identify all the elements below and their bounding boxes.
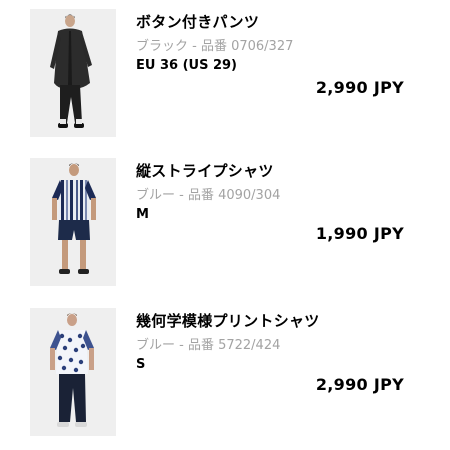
product-title[interactable]: 縦ストライプシャツ <box>136 160 274 181</box>
model-photo <box>30 9 116 137</box>
product-image-pants[interactable] <box>30 9 116 137</box>
product-variant: ブルー - 品番 4090/304 <box>136 188 281 203</box>
model-photo <box>30 158 116 286</box>
product-size: EU 36 (US 29) <box>136 58 237 73</box>
cart-item[interactable]: 縦ストライプシャツ ブルー - 品番 4090/304 M 1,990 JPY <box>0 158 450 286</box>
product-variant: ブルー - 品番 5722/424 <box>136 338 281 353</box>
product-size: M <box>136 207 149 222</box>
product-variant: ブラック - 品番 0706/327 <box>136 39 294 54</box>
product-price: 2,990 JPY <box>315 375 404 394</box>
product-price: 2,990 JPY <box>315 78 404 97</box>
cart-item[interactable]: 幾何学模様プリントシャツ ブルー - 品番 5722/424 S 2,990 J… <box>0 308 450 436</box>
product-title[interactable]: ボタン付きパンツ <box>136 11 259 32</box>
model-photo <box>30 308 116 436</box>
product-title[interactable]: 幾何学模様プリントシャツ <box>136 310 320 331</box>
cart-item[interactable]: ボタン付きパンツ ブラック - 品番 0706/327 EU 36 (US 29… <box>0 9 450 137</box>
product-image-stripe-shirt[interactable] <box>30 158 116 286</box>
product-size: S <box>136 357 146 372</box>
product-price: 1,990 JPY <box>315 224 404 243</box>
product-image-print-shirt[interactable] <box>30 308 116 436</box>
